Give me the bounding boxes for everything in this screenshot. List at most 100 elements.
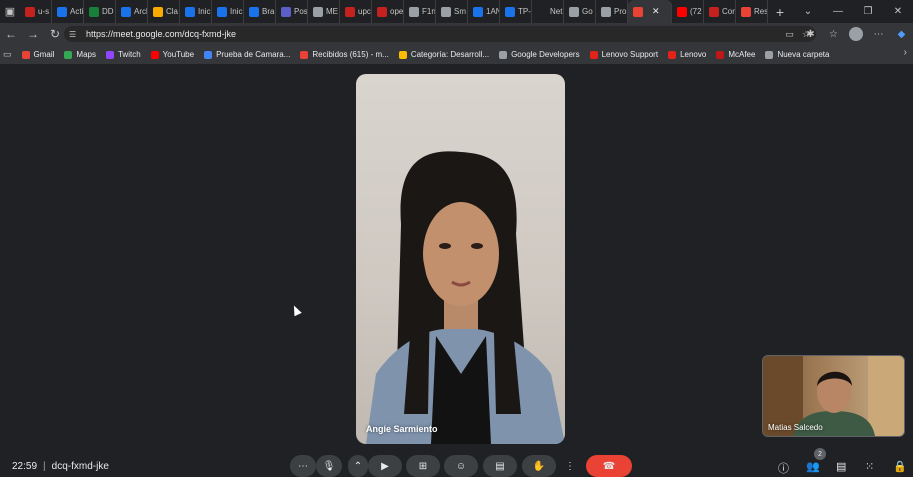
extensions-icon[interactable]: ✱ [799,29,822,40]
tab-label: Cor [722,7,735,16]
bookmark-favicon-icon [716,50,725,59]
separator: | [43,461,46,472]
close-window-icon[interactable]: ✕ [883,0,913,23]
workspaces-icon[interactable]: ▣ [0,0,20,23]
browser-tab[interactable]: Go [564,0,596,23]
favorites-icon[interactable]: ☆ [822,29,845,40]
self-view-tile[interactable]: Matias Salcedo [762,355,905,437]
bookmark-item[interactable]: Recibidos (615) - m... [300,50,389,59]
forward-icon[interactable]: → [22,23,44,45]
tab-label: ope [390,7,404,16]
bookmark-label: Lenovo [680,50,707,59]
browser-tab[interactable]: Inic [212,0,244,23]
browser-tab[interactable]: Cla [148,0,180,23]
more-options-icon[interactable]: ⋮ [560,455,580,477]
people-icon[interactable]: 👥 [806,460,820,473]
window-controls: ⌄ — ❐ ✕ [793,0,913,23]
tab-active[interactable]: ✕ [628,0,672,23]
bookmark-label: Google Developers [511,50,580,59]
browser-tab[interactable]: (72 [672,0,704,23]
bookmark-item[interactable]: Twitch [105,50,141,59]
tab-favicon-icon [441,6,451,17]
bookmark-item[interactable]: McAfee [716,50,755,59]
tab-label: Pos [294,7,308,16]
browser-tab[interactable]: Brai [244,0,276,23]
browser-tab[interactable]: ME [308,0,340,23]
maximize-icon[interactable]: ❐ [853,0,883,23]
activities-icon[interactable]: ⁙ [865,460,874,473]
tab-label: Res [754,7,768,16]
tab-favicon-icon [25,6,35,17]
browser-tab[interactable]: Res [736,0,768,23]
bookmark-item[interactable]: Nueva carpeta [765,50,829,59]
bookmark-item[interactable]: Lenovo [668,50,706,59]
bookmark-item[interactable]: Gmail [21,50,54,59]
emoji-reaction-icon[interactable]: ☺ [444,455,478,477]
meeting-stage: Angie Sarmiento Matias Salcedo [0,64,913,473]
tab-favicon-icon [377,6,387,17]
captions-icon[interactable]: ▤ [483,455,517,477]
browser-tab[interactable]: Pro [596,0,628,23]
back-icon[interactable]: ← [0,23,22,45]
close-tab-icon[interactable]: ✕ [652,6,660,17]
camera-icon[interactable]: ▶ [368,455,402,477]
reload-icon[interactable]: ↻ [44,23,66,45]
raise-hand-icon[interactable]: ✋ [522,455,556,477]
tab-label: ME [326,7,338,16]
profile-avatar[interactable] [849,27,863,41]
bookmark-item[interactable]: Lenovo Support [589,50,658,59]
copilot-icon[interactable]: ◆ [890,29,913,40]
site-info-icon[interactable]: ☰ [69,30,83,39]
meeting-info: 22:59 | dcq-fxmd-jke [12,461,109,472]
tab-list: u-s Acti DD Arcl Cla Inic Inic Brai Pos ME upc ope F… [20,0,768,23]
bookmarks-overflow-icon[interactable]: › [904,47,907,58]
bookmark-favicon-icon [765,50,774,59]
browser-tab[interactable]: Sm [436,0,468,23]
bookmark-favicon-icon [668,50,677,59]
tab-strip: ▣ u-s Acti DD Arcl Cla Inic Inic Brai Pos ME upc op… [0,0,913,23]
bookmark-item[interactable]: Categoría: Desarroll... [398,50,489,59]
bookmark-item[interactable]: Maps [64,50,96,59]
browser-tab[interactable]: u-s [20,0,52,23]
browser-tab[interactable]: DD [84,0,116,23]
bookmark-item[interactable]: Prueba de Camara... [204,50,290,59]
bookmark-item[interactable]: Google Developers [499,50,580,59]
menu-icon[interactable]: ⋯ [867,29,890,40]
mouse-cursor [290,303,302,317]
new-tab-button[interactable]: + [768,4,792,20]
browser-tab[interactable]: TP- [500,0,532,23]
browser-tab[interactable]: upc [340,0,372,23]
tab-search-icon[interactable]: ⌄ [793,0,823,23]
apps-icon[interactable]: ▭ [3,49,12,60]
meeting-controls: 22:59 | dcq-fxmd-jke ⋯ 🎙 ⌃ ▶ ⊞ ☺ ▤ ✋ ⋮ ☎ ⓘ… [0,448,913,477]
video-options-chevron-icon[interactable]: ⌃ [348,455,368,477]
browser-tab[interactable]: ope [372,0,404,23]
browser-tab[interactable]: Net [532,0,564,23]
browser-tab[interactable]: Inic [180,0,212,23]
chat-icon[interactable]: ▤ [836,460,846,473]
browser-tab[interactable]: Acti [52,0,84,23]
address-bar[interactable]: ☰ https://meet.google.com/dcq-fxmd-jke ▭… [64,26,816,42]
present-screen-icon[interactable]: ⊞ [406,455,440,477]
tab-label: Brai [262,7,276,16]
host-controls-icon[interactable]: 🔒 [893,460,907,473]
tab-favicon-icon [121,6,131,17]
browser-tab[interactable]: F1n [404,0,436,23]
minimize-icon[interactable]: — [823,0,853,23]
browser-tab[interactable]: 1AN [468,0,500,23]
browser-tab[interactable]: Pos [276,0,308,23]
tab-label: Cla [166,7,179,16]
tab-favicon-icon [569,6,579,17]
meeting-details-icon[interactable]: ⓘ [778,460,789,476]
bookmark-item[interactable]: YouTube [150,50,194,59]
microphone-icon[interactable]: 🎙 [316,455,342,477]
tab-favicon-icon [313,6,323,17]
cast-icon[interactable]: ▭ [785,29,794,40]
main-participant-tile[interactable]: Angie Sarmiento [356,74,565,444]
leave-call-icon[interactable]: ☎ [586,455,632,477]
browser-tab[interactable]: Cor [704,0,736,23]
browser-tab[interactable]: Arcl [116,0,148,23]
bookmark-label: Maps [76,50,96,59]
address-url[interactable]: https://meet.google.com/dcq-fxmd-jke [86,29,236,39]
more-audio-options-icon[interactable]: ⋯ [290,455,316,477]
